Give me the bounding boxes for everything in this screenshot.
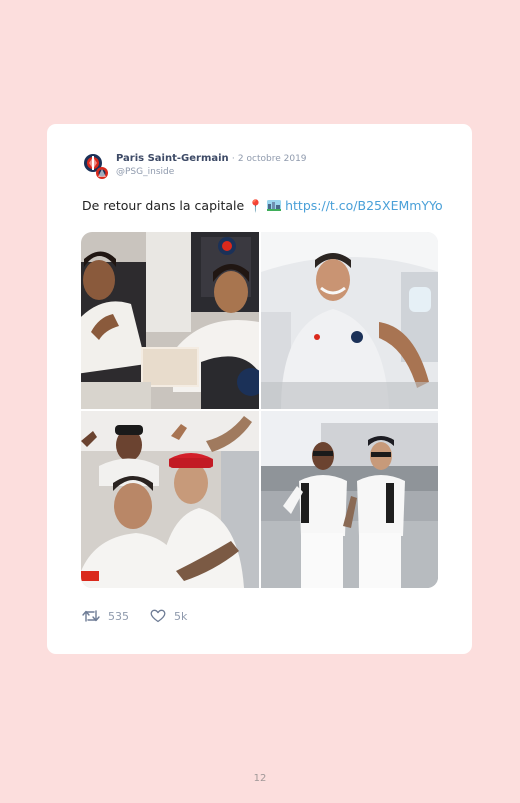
photo-players-seated[interactable]	[81, 232, 259, 409]
user-handle[interactable]: @PSG_inside	[116, 167, 174, 177]
photo-player-aisle[interactable]	[261, 232, 438, 409]
tweet-header: Paris Saint-Germain · 2 octobre 2019	[116, 153, 307, 164]
round-pushpin-icon: 📍	[248, 199, 264, 213]
photo-players-seated-image	[81, 232, 259, 409]
heart-icon	[150, 609, 166, 623]
cityscape-emoji-icon	[267, 200, 282, 211]
page-number: 12	[253, 773, 267, 784]
like-count: 5k	[174, 609, 188, 623]
tweet-body: De retour dans la capitale	[82, 198, 245, 213]
photo-player-aisle-image	[261, 232, 438, 409]
retweet-icon	[82, 610, 100, 622]
avatar[interactable]	[81, 151, 111, 181]
retweet-button[interactable]: 535	[82, 609, 129, 623]
display-name[interactable]: Paris Saint-Germain	[116, 153, 229, 164]
retweet-count: 535	[108, 609, 129, 623]
photo-players-tarmac[interactable]	[261, 411, 438, 588]
photo-grid	[81, 232, 438, 588]
psg-logo-icon	[81, 151, 111, 181]
photo-players-tarmac-image	[261, 411, 438, 588]
tweet-text: De retour dans la capitale 📍 https://t.c…	[82, 198, 443, 213]
header-separator: ·	[231, 154, 235, 164]
tweet-card: Paris Saint-Germain · 2 octobre 2019 @PS…	[47, 124, 472, 654]
photo-players-selfie[interactable]	[81, 411, 259, 588]
tweet-link[interactable]: https://t.co/B25XEMmYYo	[285, 198, 443, 213]
like-button[interactable]: 5k	[150, 609, 187, 623]
photo-players-selfie-image	[81, 411, 259, 588]
tweet-date[interactable]: 2 octobre 2019	[238, 154, 307, 164]
